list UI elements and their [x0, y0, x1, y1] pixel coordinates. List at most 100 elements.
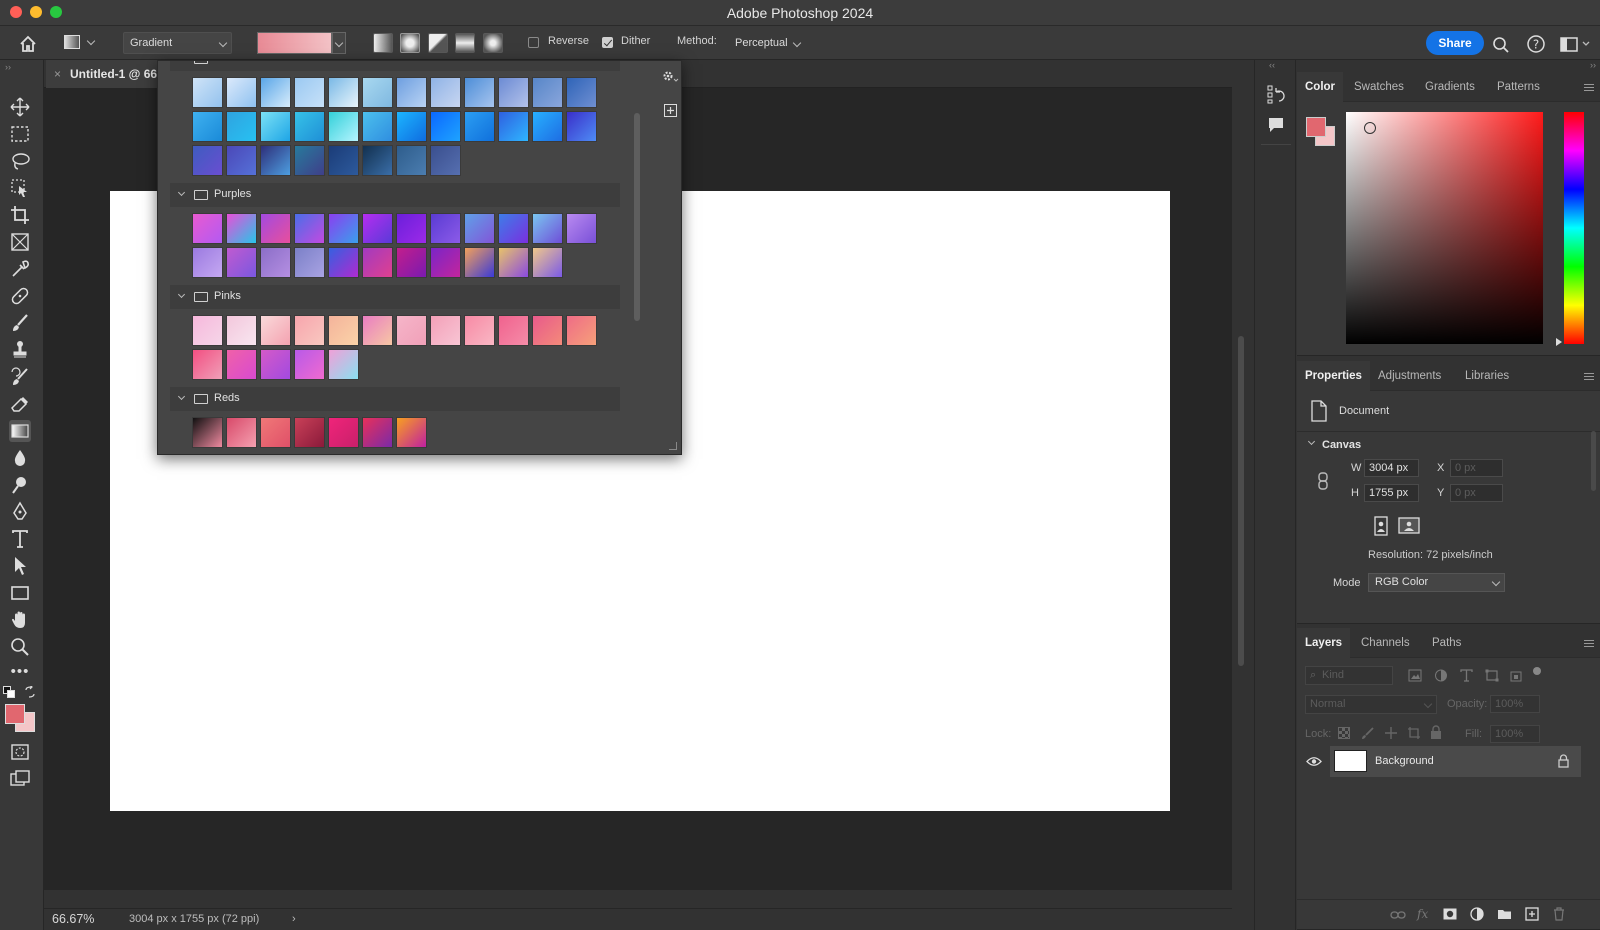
- filter-pixel-layers-icon[interactable]: [1408, 669, 1422, 682]
- gradient-swatch[interactable]: [260, 247, 291, 278]
- fill-input[interactable]: 100%: [1490, 725, 1540, 743]
- gradient-swatch[interactable]: [294, 111, 325, 142]
- pen-tool-icon[interactable]: [9, 501, 31, 523]
- healing-brush-tool-icon[interactable]: [9, 285, 31, 307]
- gradient-swatch[interactable]: [192, 145, 223, 176]
- zoom-tool-icon[interactable]: [9, 636, 31, 658]
- layer-name[interactable]: Background: [1375, 755, 1434, 767]
- lock-artboard-icon[interactable]: [1407, 726, 1421, 740]
- dodge-tool-icon[interactable]: [9, 474, 31, 496]
- tab-layers[interactable]: Layers: [1297, 628, 1351, 658]
- gradient-swatch[interactable]: [226, 315, 257, 346]
- gradient-swatch[interactable]: [328, 315, 359, 346]
- landscape-orientation-icon[interactable]: [1398, 516, 1420, 536]
- gradient-preview-swatch[interactable]: [257, 32, 332, 54]
- lock-position-icon[interactable]: [1384, 726, 1398, 740]
- type-tool-icon[interactable]: [9, 528, 31, 550]
- document-tab[interactable]: × Untitled-1 @ 66: [46, 60, 168, 88]
- share-button[interactable]: Share: [1426, 31, 1484, 55]
- gradient-swatch[interactable]: [328, 111, 359, 142]
- link-layers-icon[interactable]: [1390, 909, 1406, 921]
- delete-layer-icon[interactable]: [1553, 907, 1565, 921]
- tab-patterns[interactable]: Patterns: [1489, 72, 1548, 102]
- gradient-tool-icon[interactable]: [9, 420, 31, 442]
- tab-swatches[interactable]: Swatches: [1346, 72, 1412, 102]
- quick-mask-icon[interactable]: [9, 741, 31, 763]
- gradient-swatch[interactable]: [464, 315, 495, 346]
- gradient-swatch[interactable]: [430, 247, 461, 278]
- gradient-swatch[interactable]: [260, 77, 291, 108]
- folder-chevron-icon[interactable]: [177, 392, 186, 401]
- gradient-swatch[interactable]: [226, 247, 257, 278]
- help-icon[interactable]: ?: [1526, 33, 1546, 55]
- swap-colors-icon[interactable]: [24, 686, 36, 698]
- layer-effects-icon[interactable]: fx: [1417, 907, 1428, 921]
- new-gradient-icon[interactable]: [664, 104, 677, 117]
- hue-slider[interactable]: [1564, 112, 1584, 344]
- portrait-orientation-icon[interactable]: [1372, 516, 1390, 536]
- gradient-swatch[interactable]: [396, 145, 427, 176]
- linear-gradient-button[interactable]: [373, 33, 393, 53]
- gradient-swatch[interactable]: [532, 247, 563, 278]
- frame-tool-icon[interactable]: [9, 231, 31, 253]
- color-picker-cursor[interactable]: [1364, 122, 1376, 134]
- gradient-swatch[interactable]: [294, 77, 325, 108]
- properties-scrollbar[interactable]: [1591, 431, 1596, 491]
- gradient-swatch[interactable]: [464, 111, 495, 142]
- gradient-swatch[interactable]: [532, 315, 563, 346]
- saturation-brightness-field[interactable]: [1346, 112, 1543, 344]
- gradient-swatch[interactable]: [396, 247, 427, 278]
- eyedropper-tool-icon[interactable]: [9, 258, 31, 280]
- width-input[interactable]: 3004 px: [1364, 459, 1419, 477]
- gradient-swatch[interactable]: [362, 145, 393, 176]
- reverse-checkbox[interactable]: [528, 37, 539, 48]
- history-panel-icon[interactable]: [1267, 84, 1285, 104]
- object-selection-tool-icon[interactable]: [9, 177, 31, 199]
- tab-gradients[interactable]: Gradients: [1417, 72, 1483, 102]
- gradient-swatch[interactable]: [498, 111, 529, 142]
- gradient-swatch[interactable]: [362, 417, 393, 448]
- gradient-picker-toggle[interactable]: [332, 32, 346, 54]
- gradient-swatch[interactable]: [328, 417, 359, 448]
- add-mask-icon[interactable]: [1443, 908, 1457, 920]
- reflected-gradient-button[interactable]: [455, 33, 475, 53]
- gradient-swatch[interactable]: [566, 213, 597, 244]
- new-group-icon[interactable]: [1497, 908, 1512, 920]
- tab-channels[interactable]: Channels: [1353, 628, 1418, 658]
- gradient-swatch[interactable]: [294, 315, 325, 346]
- gradient-swatch[interactable]: [294, 213, 325, 244]
- gradient-swatch[interactable]: [464, 247, 495, 278]
- gradient-swatch[interactable]: [430, 145, 461, 176]
- picker-resize-handle-icon[interactable]: [669, 442, 677, 450]
- gradient-swatch[interactable]: [396, 213, 427, 244]
- lock-transparent-pixels-icon[interactable]: [1338, 727, 1350, 739]
- gradient-swatch[interactable]: [260, 111, 291, 142]
- gradient-folder-blues[interactable]: Blues: [170, 61, 620, 71]
- path-selection-tool-icon[interactable]: [9, 555, 31, 577]
- filter-adjustment-layers-icon[interactable]: [1434, 669, 1448, 682]
- vertical-scrollbar[interactable]: [1238, 336, 1244, 666]
- search-icon[interactable]: [1492, 34, 1510, 56]
- lock-image-pixels-icon[interactable]: [1361, 726, 1375, 740]
- gradient-swatch[interactable]: [226, 213, 257, 244]
- gradient-swatch[interactable]: [532, 111, 563, 142]
- filter-toggle-icon[interactable]: [1533, 667, 1541, 675]
- layer-visibility-eye-icon[interactable]: [1306, 756, 1322, 767]
- gradient-swatch[interactable]: [192, 111, 223, 142]
- gradient-swatch[interactable]: [566, 315, 597, 346]
- gradient-swatch[interactable]: [362, 77, 393, 108]
- x-input[interactable]: 0 px: [1450, 459, 1503, 477]
- gradient-swatch[interactable]: [226, 145, 257, 176]
- hue-slider-handle-icon[interactable]: [1556, 338, 1562, 346]
- gradient-swatch[interactable]: [192, 77, 223, 108]
- tab-libraries[interactable]: Libraries: [1457, 361, 1517, 391]
- gradient-swatch[interactable]: [396, 111, 427, 142]
- marquee-tool-icon[interactable]: [9, 123, 31, 145]
- picker-settings-icon[interactable]: [662, 69, 680, 83]
- picker-scrollbar[interactable]: [634, 113, 640, 321]
- gradient-swatch[interactable]: [328, 247, 359, 278]
- gradient-swatch[interactable]: [566, 77, 597, 108]
- gradient-swatch[interactable]: [362, 315, 393, 346]
- close-tab-icon[interactable]: ×: [54, 60, 61, 88]
- gradient-swatch[interactable]: [464, 213, 495, 244]
